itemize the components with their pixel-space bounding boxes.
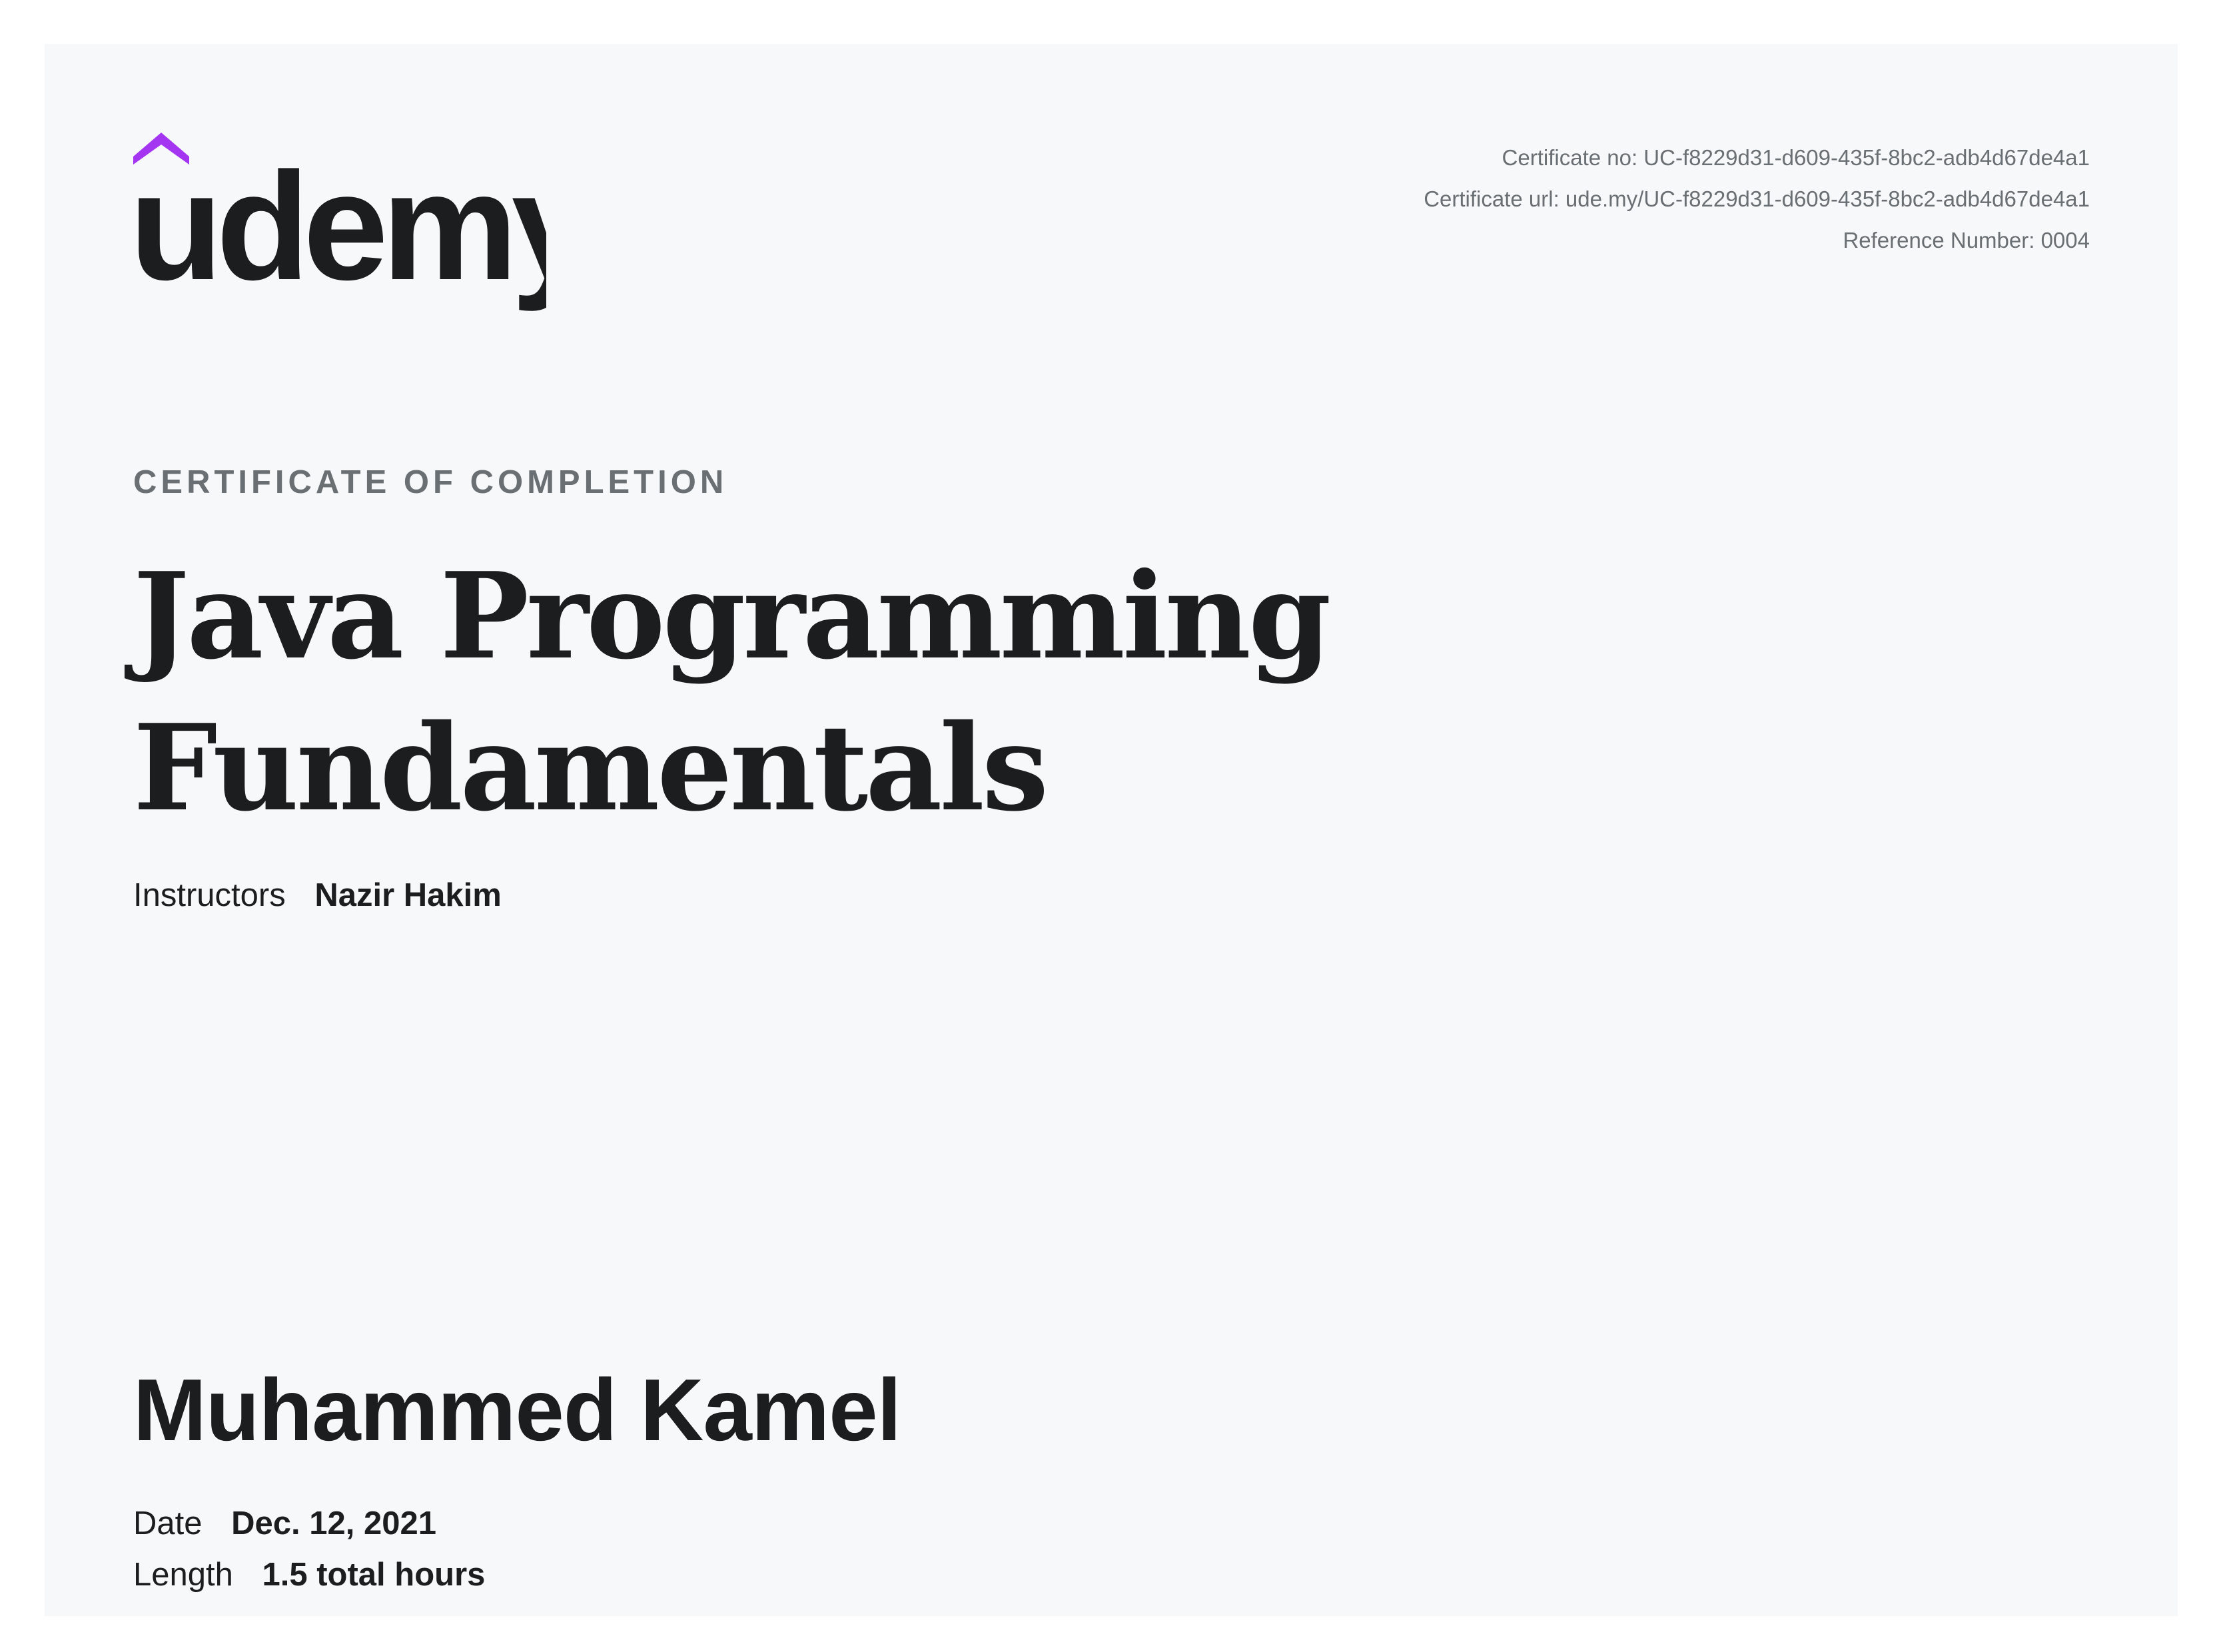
instructors: Instructors Nazir Hakim <box>133 877 502 914</box>
course-title: Java Programming Fundamentals <box>133 540 1732 844</box>
length-row: Length 1.5 total hours <box>133 1549 485 1601</box>
certificate: udemy Certificate no: UC-f8229d31-d609-4… <box>45 44 2178 1616</box>
date-row: Date Dec. 12, 2021 <box>133 1498 485 1549</box>
course-title-line-1: Java Programming <box>133 546 1331 685</box>
certificate-url: Certificate url: ude.my/UC-f8229d31-d609… <box>1424 187 2090 211</box>
certificate-eyebrow: CERTIFICATE OF COMPLETION <box>133 464 728 500</box>
recipient-name: Muhammed Kamel <box>133 1361 901 1459</box>
certificate-number: Certificate no: UC-f8229d31-d609-435f-8b… <box>1502 145 2090 170</box>
certificate-details: Date Dec. 12, 2021 Length 1.5 total hour… <box>133 1498 485 1601</box>
date-value: Dec. 12, 2021 <box>231 1505 436 1541</box>
length-label: Length <box>133 1557 233 1593</box>
course-title-line-2: Fundamentals <box>133 698 1049 837</box>
certificate-meta: Certificate no: UC-f8229d31-d609-435f-8b… <box>1424 137 2090 261</box>
udemy-wordmark: udemy <box>133 141 546 312</box>
date-label: Date <box>133 1505 203 1541</box>
instructors-value: Nazir Hakim <box>314 877 502 913</box>
length-value: 1.5 total hours <box>262 1557 486 1593</box>
reference-number: Reference Number: 0004 <box>1843 228 2090 252</box>
instructors-label: Instructors <box>133 877 286 913</box>
udemy-logo: udemy <box>133 133 546 319</box>
